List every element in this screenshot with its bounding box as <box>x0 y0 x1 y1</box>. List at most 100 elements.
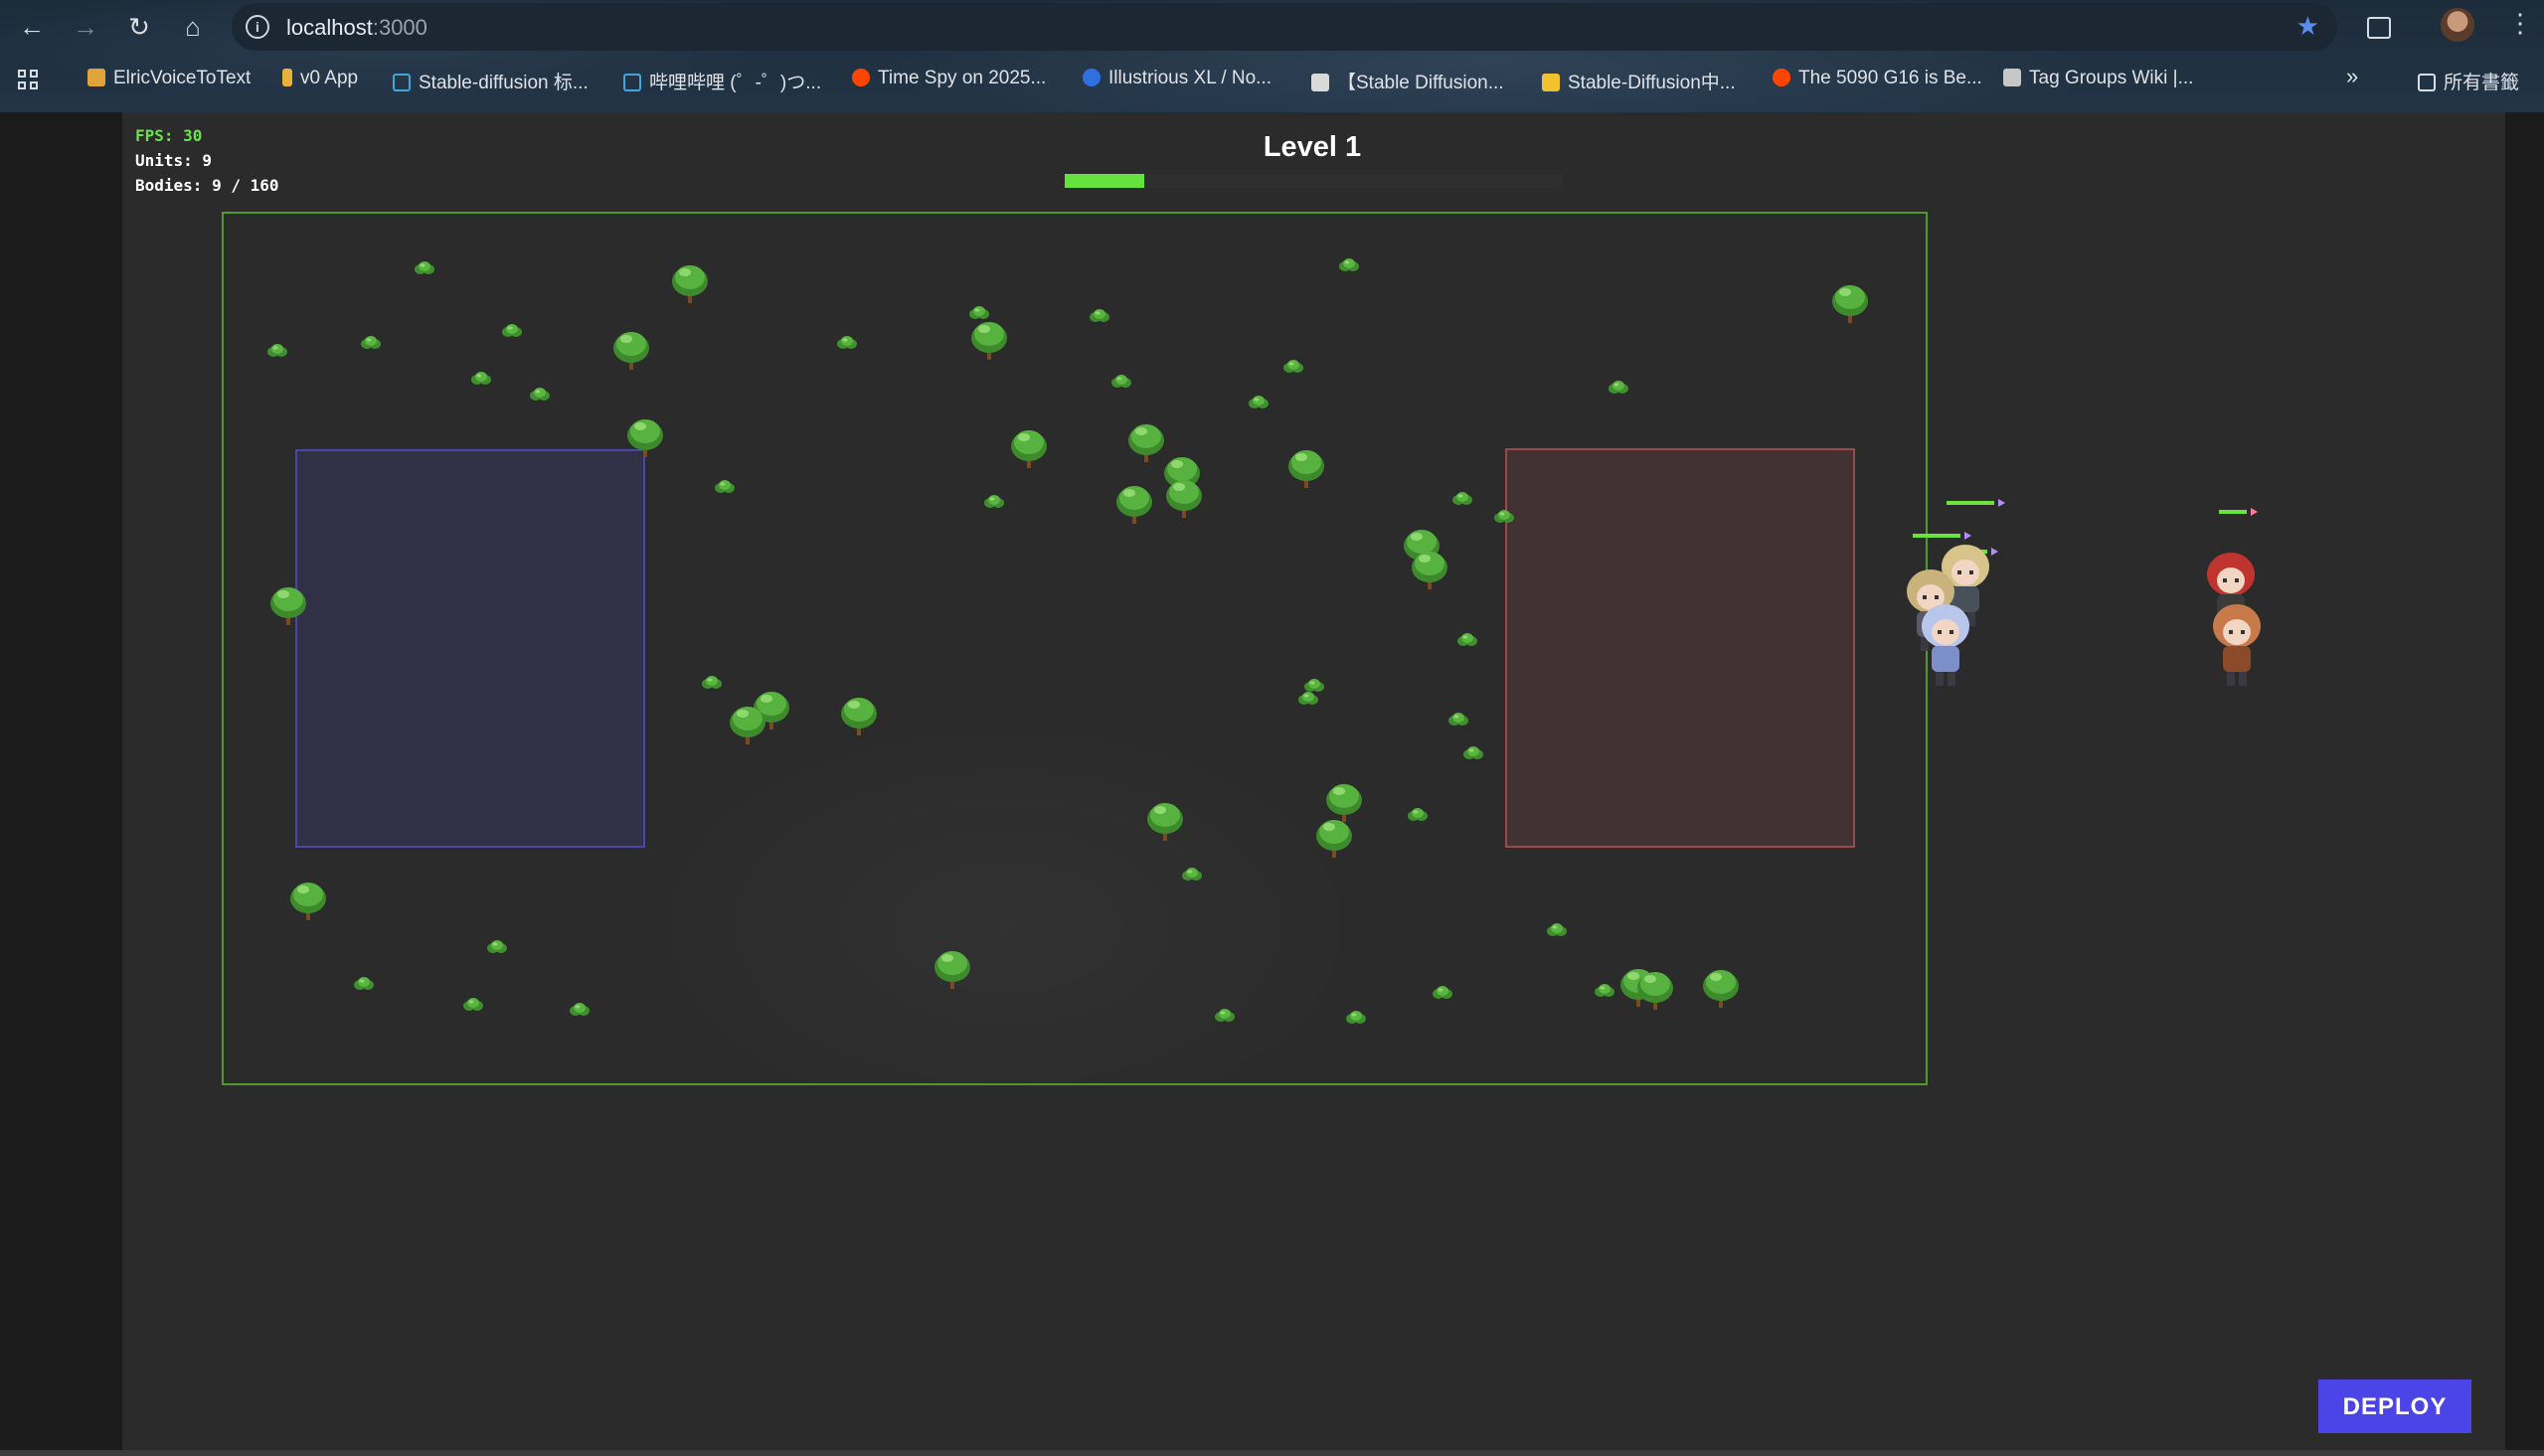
tree-sprite <box>288 879 328 922</box>
bush-sprite <box>414 260 435 276</box>
bush-sprite <box>529 387 551 403</box>
browser-chrome: ← → ↻ ⌂ i localhost:3000 ★ ⋮ ElricVoiceT… <box>0 0 2544 112</box>
bush-sprite <box>1456 632 1478 648</box>
bush-sprite <box>501 323 523 339</box>
tree-sprite <box>1164 476 1204 520</box>
bookmark-item[interactable]: Stable-Diffusion中... <box>1542 68 1736 95</box>
bookmark-item[interactable]: Illustrious XL / No... <box>1083 68 1272 95</box>
bush-sprite <box>1493 509 1515 525</box>
reload-icon[interactable]: ↻ <box>119 12 159 42</box>
bush-sprite <box>1248 395 1270 410</box>
facing-arrow-icon <box>2251 508 2258 516</box>
tree-sprite <box>969 318 1009 362</box>
bush-sprite <box>353 976 375 992</box>
health-bar <box>2219 510 2247 514</box>
forward-arrow-icon[interactable]: → <box>66 12 105 42</box>
tree-sprite <box>625 415 665 459</box>
level-title: Level 1 <box>1263 131 1362 163</box>
bush-sprite <box>1451 491 1473 507</box>
bush-sprite <box>1608 380 1629 396</box>
reddit-icon <box>1773 69 1790 86</box>
folder-icon <box>2418 74 2436 91</box>
kebab-menu-icon[interactable]: ⋮ <box>2507 8 2533 39</box>
tree-sprite <box>268 583 308 627</box>
bookmark-item[interactable]: 【Stable Diffusion... <box>1311 68 1504 95</box>
bush-sprite <box>1089 308 1110 324</box>
bookmark-item[interactable]: Tag Groups Wiki |... <box>2003 68 2193 95</box>
tree-sprite <box>728 703 767 746</box>
bush-sprite <box>569 1002 591 1018</box>
bush-sprite <box>1214 1008 1236 1024</box>
document-icon <box>2003 69 2021 86</box>
tree-sprite <box>1701 966 1741 1010</box>
all-bookmarks-folder[interactable]: 所有書籤 <box>2418 68 2519 95</box>
bush-sprite <box>968 305 990 321</box>
tree-sprite <box>1126 420 1166 464</box>
bookmark-item[interactable]: ElricVoiceToText <box>87 68 251 95</box>
bush-sprite <box>1282 359 1304 375</box>
reddit-icon <box>852 69 870 86</box>
bookmark-item[interactable]: v0 App <box>282 68 358 95</box>
tree-sprite <box>1114 482 1154 526</box>
page-bottom-edge <box>0 1450 2544 1456</box>
bolt-icon <box>282 69 292 86</box>
bush-sprite <box>1447 712 1469 728</box>
bush-sprite <box>1345 1010 1367 1026</box>
profile-avatar[interactable] <box>2441 8 2474 42</box>
ally-unit-sprite[interactable] <box>1914 596 1977 692</box>
tree-sprite <box>839 694 879 737</box>
bush-sprite <box>1297 691 1319 707</box>
level-progress-bar <box>1065 174 1562 188</box>
back-arrow-icon[interactable]: ← <box>12 12 52 42</box>
bilibili-icon <box>393 74 411 91</box>
player-deploy-zone[interactable] <box>295 449 645 848</box>
bush-sprite <box>470 371 492 387</box>
tree-sprite <box>1145 799 1185 843</box>
tree-sprite <box>1286 446 1326 490</box>
bookmark-item[interactable]: Stable-diffusion 标... <box>393 68 589 95</box>
bush-sprite <box>983 494 1005 510</box>
right-gutter <box>2505 112 2544 1456</box>
bush-sprite <box>1338 257 1360 273</box>
tree-sprite <box>611 328 651 372</box>
home-icon[interactable]: ⌂ <box>173 12 213 42</box>
tree-sprite <box>1635 968 1675 1012</box>
civitai-icon <box>1083 69 1101 86</box>
enemy-unit-sprite[interactable] <box>2205 596 2269 692</box>
enemy-zone <box>1505 448 1855 848</box>
bookmark-star-icon[interactable]: ★ <box>2296 11 2319 42</box>
tree-sprite <box>933 947 972 991</box>
bush-sprite <box>714 479 736 495</box>
bookmark-item[interactable]: The 5090 G16 is Be... <box>1773 68 1982 95</box>
bush-sprite <box>1110 374 1132 390</box>
bush-sprite <box>1594 983 1615 999</box>
health-bar <box>1947 501 1994 505</box>
address-bar[interactable]: i localhost:3000 ★ <box>232 3 2337 51</box>
site-info-icon[interactable]: i <box>246 15 269 39</box>
emoji-icon <box>1542 74 1560 91</box>
level-progress-fill <box>1065 174 1144 188</box>
bush-sprite <box>486 939 508 955</box>
debug-stats: FPS: 30 Units: 9 Bodies: 9 / 160 <box>135 123 279 198</box>
bush-sprite <box>1432 985 1453 1001</box>
facing-arrow-icon <box>1998 499 2005 507</box>
units-counter: Units: 9 <box>135 151 213 170</box>
bush-sprite <box>1407 807 1429 823</box>
bush-sprite <box>836 335 858 351</box>
tree-sprite <box>1314 816 1354 860</box>
bush-sprite <box>1546 922 1568 938</box>
tree-sprite <box>1830 281 1870 325</box>
bush-sprite <box>1462 745 1484 761</box>
bilibili-icon <box>623 74 641 91</box>
tree-sprite <box>670 261 710 305</box>
extensions-icon[interactable] <box>2364 10 2394 40</box>
tree-sprite <box>1009 426 1049 470</box>
bookmark-item[interactable]: Time Spy on 2025... <box>852 68 1046 95</box>
portrait-icon <box>1311 74 1329 91</box>
bookmark-item[interactable]: 哔哩哔哩 (゜-゜)つ... <box>623 68 821 95</box>
deploy-button[interactable]: DEPLOY <box>2318 1379 2471 1433</box>
left-gutter <box>0 112 122 1456</box>
bodies-counter: Bodies: 9 / 160 <box>135 176 279 195</box>
bookmarks-overflow-button[interactable]: » <box>2346 64 2358 91</box>
bush-sprite <box>266 343 288 359</box>
